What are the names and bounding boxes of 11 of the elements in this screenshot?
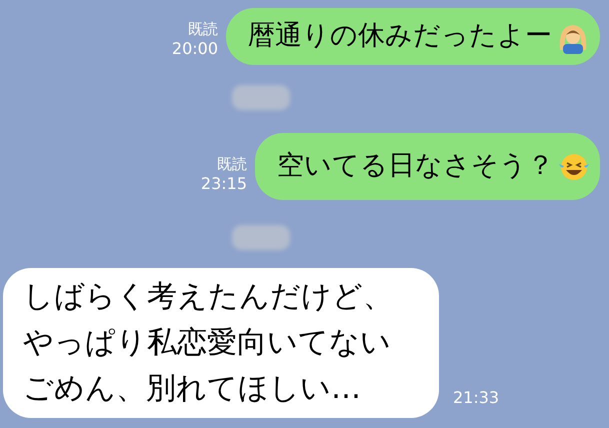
laughing-face-icon [558, 152, 590, 182]
blurred-date-pill [232, 85, 290, 110]
read-receipt: 既読 [188, 19, 218, 39]
read-receipt: 既読 [217, 154, 247, 174]
message-text: しばらく考えたんだけど、やっぱり私恋愛向いてないごめん、別れてほしい… [23, 278, 394, 408]
message-text: 暦通りの休みだったよー [248, 19, 552, 54]
blurred-date-pill [232, 225, 290, 250]
message-time: 21:33 [453, 387, 500, 409]
message-text: 空いてる日なさそう？ [277, 149, 554, 184]
message-time: 23:15 [200, 174, 247, 194]
message-time: 20:00 [172, 39, 218, 59]
